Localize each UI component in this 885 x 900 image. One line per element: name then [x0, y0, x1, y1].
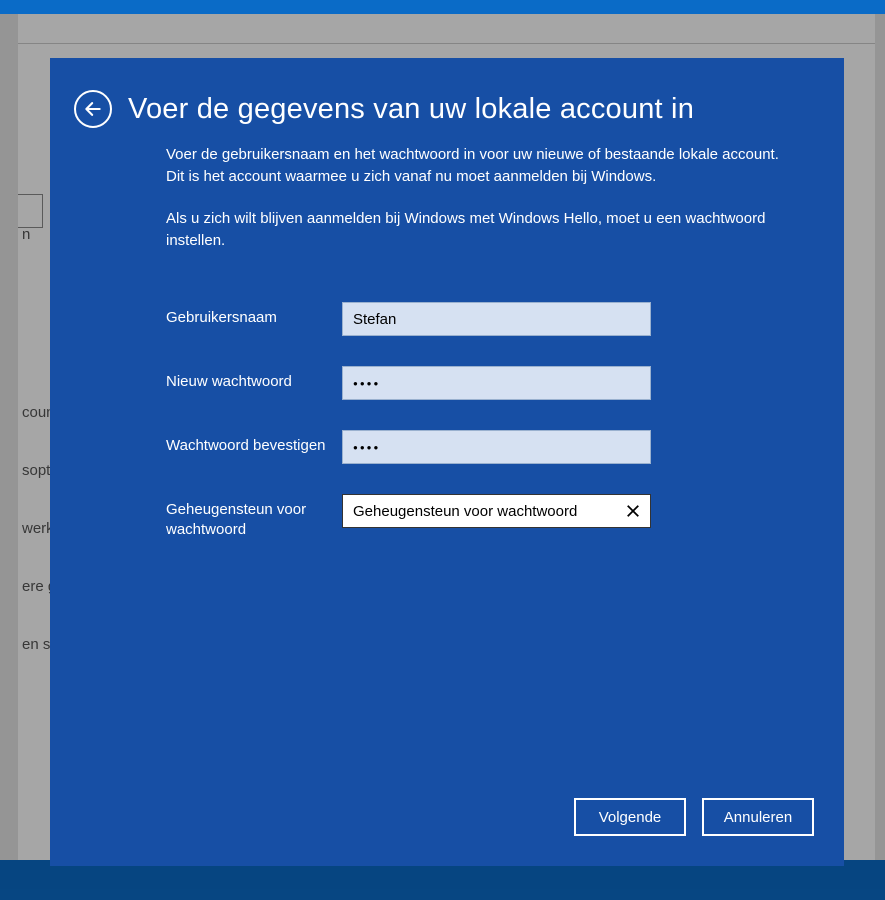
- modal-title: Voer de gegevens van uw lokale account i…: [128, 93, 694, 126]
- label-hint: Geheugensteun voor wachtwoord: [166, 494, 342, 540]
- local-account-modal: Voer de gegevens van uw lokale account i…: [50, 58, 844, 866]
- form-row-hint: Geheugensteun voor wachtwoord: [166, 494, 784, 540]
- label-confirmpassword: Wachtwoord bevestigen: [166, 430, 342, 456]
- username-input[interactable]: [342, 302, 651, 336]
- hint-input-wrapper: [342, 494, 651, 528]
- modal-desc-2: Als u zich wilt blijven aanmelden bij Wi…: [166, 208, 784, 252]
- newpassword-input[interactable]: ●●●●: [342, 366, 651, 400]
- confirmpassword-input[interactable]: ●●●●: [342, 430, 651, 464]
- form-row-confirmpassword: Wachtwoord bevestigen ●●●●: [166, 430, 784, 464]
- cancel-button[interactable]: Annuleren: [702, 798, 814, 836]
- close-icon: [626, 504, 640, 518]
- modal-footer: Volgende Annuleren: [50, 798, 844, 866]
- modal-header: Voer de gegevens van uw lokale account i…: [50, 58, 844, 136]
- back-button[interactable]: [74, 90, 112, 128]
- hint-input[interactable]: [343, 495, 616, 527]
- form-row-newpassword: Nieuw wachtwoord ●●●●: [166, 366, 784, 400]
- label-newpassword: Nieuw wachtwoord: [166, 366, 342, 392]
- form-row-username: Gebruikersnaam: [166, 302, 784, 336]
- arrow-left-icon: [83, 99, 103, 119]
- next-button[interactable]: Volgende: [574, 798, 686, 836]
- modal-desc-1: Voer de gebruikersnaam en het wachtwoord…: [166, 144, 784, 188]
- background-titlebar: [0, 0, 885, 14]
- clear-hint-button[interactable]: [616, 495, 650, 527]
- modal-description: Voer de gebruikersnaam en het wachtwoord…: [50, 136, 844, 272]
- form-area: Gebruikersnaam Nieuw wachtwoord ●●●● Wac…: [50, 272, 844, 570]
- label-username: Gebruikersnaam: [166, 302, 342, 328]
